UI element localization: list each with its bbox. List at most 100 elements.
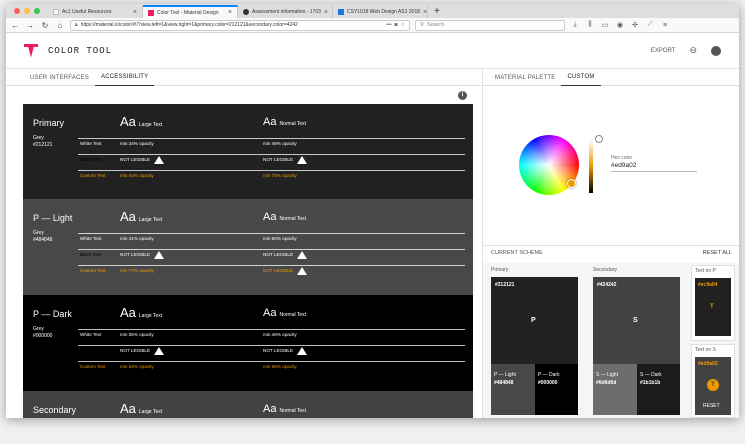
tab-label: Assessment information - 1703 — [252, 9, 321, 15]
block-title: P — Dark — [33, 309, 72, 319]
large-text-result: NOT LEGIBLE — [120, 250, 165, 259]
right-tab-bar: MATERIAL PALETTE CUSTOM — [483, 69, 739, 86]
custom-color-pane: MATERIAL PALETTE CUSTOM Hex color #ed9a0… — [482, 69, 739, 418]
extension-icon[interactable]: ✣ — [630, 21, 640, 29]
large-text-sample: Aa Large Text — [120, 209, 162, 224]
large-text-label: Large Text — [138, 409, 163, 415]
sidebar-icon[interactable]: ▭ — [600, 21, 610, 29]
large-text-result: min 34% opacity — [120, 141, 154, 146]
reset-all-button[interactable]: RESET ALL — [703, 250, 732, 256]
contrast-block: Secondary Aa Large Text Aa Normal Text — [23, 391, 473, 418]
contrast-row: Custom Text min 52% opacity min 68% opacit… — [78, 361, 465, 371]
menu-icon[interactable]: ≡ — [660, 22, 670, 29]
export-button[interactable]: EXPORT — [651, 48, 676, 54]
large-text-result: NOT LEGIBLE — [120, 155, 165, 164]
window-controls — [6, 4, 48, 18]
tab-custom[interactable]: CUSTOM — [561, 69, 601, 86]
browser-window: Ac1 Useful Resources × Color Tool - Mate… — [6, 4, 739, 418]
pocket-icon[interactable]: ◙ — [394, 22, 397, 28]
brightness-slider[interactable] — [589, 139, 593, 193]
reload-icon[interactable]: ↻ — [40, 21, 50, 30]
normal-text-result-value: min 46% opacity — [263, 332, 297, 337]
tab-material-palette[interactable]: MATERIAL PALETTE — [489, 69, 561, 86]
eyedropper-icon[interactable]: ⟋ — [645, 21, 655, 29]
text-type-label: Custom Text — [80, 268, 106, 273]
normal-text-aa: Aa — [263, 116, 277, 128]
color-wheel-handle[interactable] — [567, 179, 576, 188]
browser-tab-resources[interactable]: Ac1 Useful Resources × — [48, 6, 143, 18]
text-type-label: White Text — [80, 141, 102, 146]
text-on-p-hex: #ec9a04 — [698, 282, 718, 288]
close-window-button[interactable] — [14, 8, 20, 14]
secondary-dark-swatch[interactable]: S — Dark #1b1b1b — [637, 364, 680, 415]
close-tab-icon[interactable]: × — [133, 9, 137, 16]
download-icon[interactable]: ⤓ — [570, 21, 580, 29]
normal-text-aa: Aa — [263, 211, 277, 223]
secondary-letter: S — [633, 317, 638, 324]
secondary-dark-hex: #1b1b1b — [640, 380, 661, 386]
close-tab-icon[interactable]: × — [228, 9, 232, 16]
contrast-row: Custom Text min 77% opacity NOT LEGIBLE — [78, 265, 465, 275]
home-icon[interactable]: ⌂ — [55, 21, 65, 30]
normal-text-result-value: min 60% opacity — [263, 236, 297, 241]
contrast-row: White Text min 41% opacity min 60% opacity — [78, 233, 465, 243]
browser-tab-assessment[interactable]: Assessment information - 1703 × — [238, 6, 333, 18]
minimize-window-button[interactable] — [24, 8, 30, 14]
forward-icon[interactable]: → — [25, 21, 35, 30]
link-icon[interactable]: ⊖ — [689, 45, 697, 56]
primary-dark-swatch[interactable]: P — Dark #000000 — [535, 364, 578, 415]
browser-tab-color-tool[interactable]: Color Tool - Material Design × — [143, 5, 238, 18]
large-text-aa: Aa — [120, 114, 136, 129]
secondary-light-hex: #6d6d6d — [596, 380, 617, 386]
browser-tab-csy1018[interactable]: CSY1018 Web Design AS1 2018 × — [333, 6, 428, 18]
new-tab-icon[interactable]: + — [428, 4, 446, 18]
text-on-p-swatch[interactable]: #ec9a04 T — [695, 278, 731, 336]
github-icon[interactable] — [711, 45, 721, 56]
contrast-row: Black Text NOT LEGIBLE NOT LEGIBLE — [78, 345, 465, 355]
close-tab-icon[interactable]: × — [423, 9, 427, 16]
search-placeholder: Search — [427, 22, 445, 28]
primary-scheme-column: Primary — [491, 267, 581, 277]
text-on-s-reset-button[interactable]: RESET — [703, 403, 720, 409]
search-input[interactable]: ⚲ Search — [415, 19, 565, 31]
large-text-result: min 54% opacity — [120, 173, 154, 178]
primary-light-swatch[interactable]: P — Light #484848 — [491, 364, 535, 415]
primary-swatch[interactable]: #212121 P — [491, 277, 578, 364]
current-scheme-header: CURRENT SCHEME RESET ALL — [483, 245, 739, 259]
text-type-label: Black Text — [80, 157, 101, 162]
tab-accessibility[interactable]: ACCESSIBILITY — [95, 69, 155, 86]
secondary-swatch[interactable]: #424242 S — [593, 277, 680, 364]
block-color-hex: #000000 — [33, 333, 53, 339]
large-text-sample: Aa Large Text — [120, 114, 162, 129]
large-text-aa: Aa — [120, 209, 136, 224]
maximize-window-button[interactable] — [34, 8, 40, 14]
close-tab-icon[interactable]: × — [324, 9, 328, 16]
contrast-row: Black Text NOT LEGIBLE NOT LEGIBLE — [78, 154, 465, 164]
tab-label: Color Tool - Material Design — [157, 9, 219, 16]
large-text-sample: Aa Large Text — [120, 401, 162, 416]
normal-text-result: min 60% opacity — [263, 236, 297, 241]
brightness-slider-handle[interactable] — [595, 135, 603, 143]
contrast-block: Primary Grey #212121 Aa Large Text Aa Normal T… — [23, 104, 473, 199]
back-icon[interactable]: ← — [10, 21, 20, 30]
large-text-label: Large Text — [138, 122, 163, 128]
text-type-label: Black Text — [80, 348, 101, 353]
text-on-s-card: Text on S #ed9a02 T RESET — [691, 344, 735, 418]
app-title: COLOR TOOL — [48, 45, 113, 56]
material-logo-icon — [24, 43, 38, 58]
large-text-result: min 35% opacity — [120, 332, 154, 337]
url-input[interactable]: 🔒︎ https://material.io/color/#!/?view.le… — [70, 19, 410, 31]
contrast-row: Black Text NOT LEGIBLE NOT LEGIBLE — [78, 249, 465, 259]
text-on-s-swatch[interactable]: #ed9a02 T RESET — [695, 357, 731, 415]
library-icon[interactable]: ⫼ — [585, 21, 595, 29]
bookmark-star-icon[interactable]: ☆ — [401, 22, 405, 28]
contrast-block: P — Light Grey #484848 Aa Large Text Aa Normal… — [23, 199, 473, 295]
hex-color-input[interactable]: #ed9a02 — [611, 162, 697, 172]
info-icon[interactable]: i — [458, 91, 467, 100]
page-actions-icon[interactable]: ••• — [386, 22, 391, 28]
tab-user-interfaces[interactable]: USER INTERFACES — [24, 69, 95, 86]
account-icon[interactable]: ◉ — [615, 21, 625, 29]
secondary-light-swatch[interactable]: S — Light #6d6d6d — [593, 364, 637, 415]
current-scheme-title: CURRENT SCHEME — [491, 249, 543, 256]
large-text-sample: Aa Large Text — [120, 305, 162, 320]
